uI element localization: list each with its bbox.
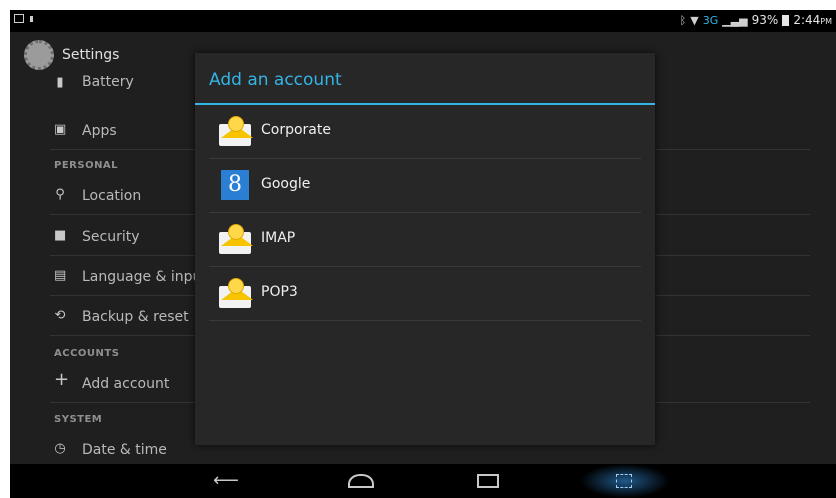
- clock-time: 2:44: [793, 13, 821, 27]
- account-option-google[interactable]: 8 Google: [209, 159, 641, 213]
- account-option-label: IMAP: [261, 230, 296, 246]
- account-option-imap[interactable]: IMAP: [209, 213, 641, 267]
- settings-item-label: Language & input: [82, 269, 207, 285]
- battery-percent: 93%: [751, 13, 779, 27]
- notification-alert-icon: [30, 15, 33, 22]
- battery-icon: [782, 14, 790, 26]
- clock: 2:44PM: [793, 13, 832, 27]
- account-option-corporate[interactable]: Corporate: [209, 105, 641, 159]
- settings-gear-icon[interactable]: [24, 40, 54, 70]
- section-personal: PERSONAL: [54, 160, 119, 171]
- back-icon[interactable]: ⟵: [213, 471, 239, 491]
- google-icon: 8: [217, 168, 253, 202]
- lock-icon: ■: [54, 228, 67, 243]
- add-account-dialog: Add an account Corporate 8 Google IMAP P…: [195, 53, 655, 445]
- email-envelope-icon: [217, 276, 253, 310]
- section-system: SYSTEM: [54, 414, 103, 425]
- email-envelope-icon: [217, 222, 253, 256]
- screenshot-icon: [616, 474, 632, 488]
- settings-item-label: Add account: [82, 376, 170, 392]
- account-option-pop3[interactable]: POP3: [209, 267, 641, 321]
- home-icon[interactable]: [348, 474, 374, 488]
- network-type: 3G: [702, 13, 719, 27]
- account-option-label: Corporate: [261, 122, 331, 138]
- settings-title: Settings: [62, 47, 120, 63]
- account-option-label: Google: [261, 176, 311, 192]
- settings-item-label: Date & time: [82, 442, 167, 458]
- recent-apps-icon[interactable]: [477, 474, 499, 488]
- settings-item-label: Security: [82, 229, 140, 245]
- plus-icon: +: [54, 369, 70, 390]
- settings-item-label: Backup & reset: [82, 309, 189, 325]
- settings-item-label: Location: [82, 188, 142, 204]
- notification-icon: [14, 14, 24, 23]
- status-bar: ᛒ ▼ 3G ▁▃▅ 93% 2:44PM: [10, 10, 836, 32]
- location-pin-icon: ⚲: [55, 187, 65, 202]
- battery-icon: ▮: [56, 75, 64, 90]
- navigation-bar: ⟵: [10, 464, 836, 498]
- settings-item-label: Apps: [82, 123, 117, 139]
- bluetooth-icon: ᛒ: [679, 13, 687, 27]
- screenshot-button[interactable]: [580, 464, 670, 498]
- signal-icon: ▁▃▅: [722, 13, 748, 27]
- keyboard-icon: ▤: [54, 268, 67, 283]
- account-option-label: POP3: [261, 284, 298, 300]
- dialog-title: Add an account: [209, 70, 342, 90]
- section-accounts: ACCOUNTS: [54, 348, 120, 359]
- backup-icon: ⟲: [54, 308, 66, 323]
- email-envelope-icon: [217, 114, 253, 148]
- apps-icon: ▣: [54, 122, 67, 137]
- settings-item-label: Battery: [82, 74, 134, 90]
- clock-icon: ◷: [54, 441, 66, 456]
- tablet-screen: ᛒ ▼ 3G ▁▃▅ 93% 2:44PM Settings ▮ Battery…: [10, 10, 836, 498]
- clock-suffix: PM: [820, 17, 832, 26]
- wifi-icon: ▼: [690, 13, 699, 27]
